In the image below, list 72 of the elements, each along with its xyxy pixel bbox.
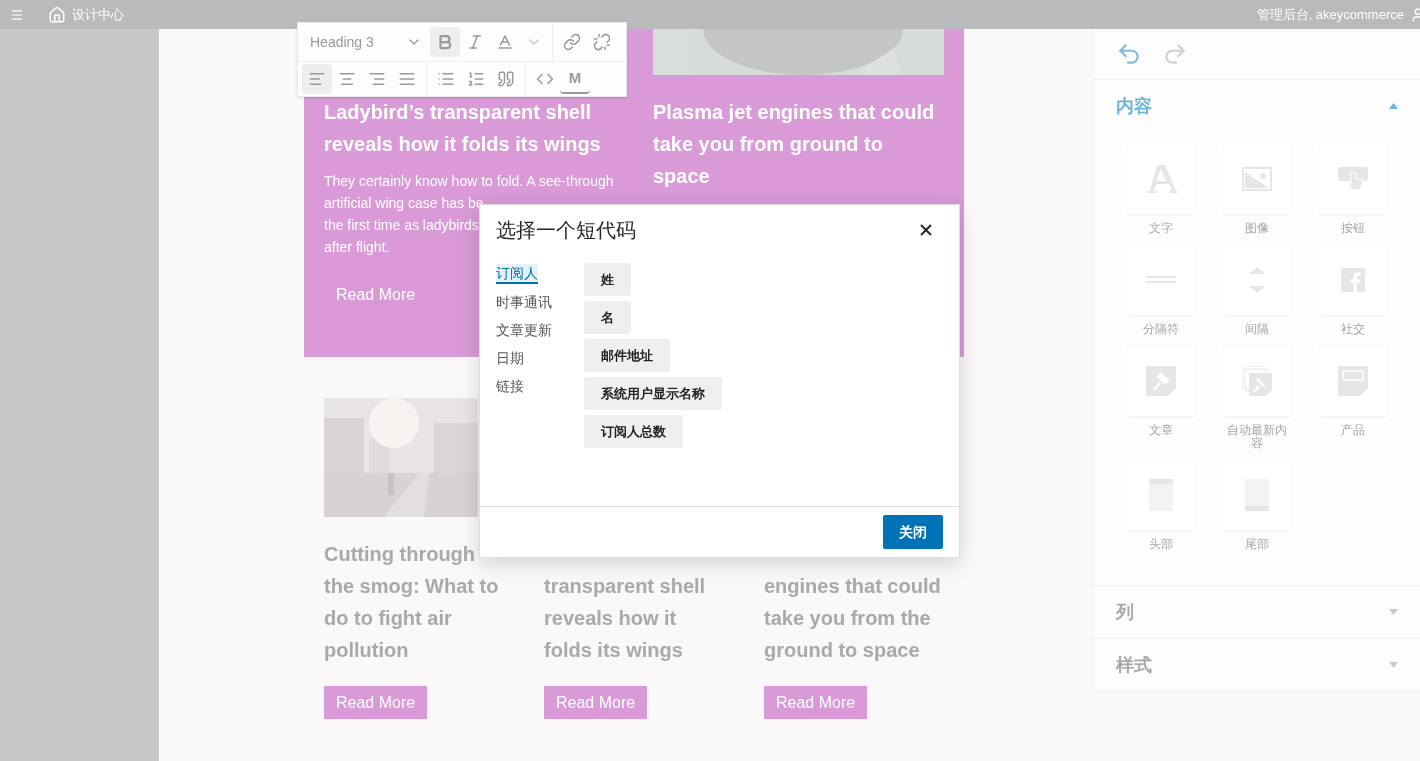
collapse-arrow-icon [1389,103,1398,109]
tile-label: 尾部 [1244,538,1270,551]
tile-label: 间隔 [1244,323,1270,336]
content-block-tile[interactable] [1320,144,1386,214]
tile-label: 文字 [1148,222,1174,235]
article-heading: engines that could take you from the ground to space [764,574,941,663]
product-tag-icon [1338,366,1368,396]
tile-label: 产品 [1340,424,1366,437]
shortcode-button[interactable]: 订阅人总数 [584,415,683,448]
stacked-documents-icon [1242,366,1272,396]
dialog-title: 选择一个短代码 [496,218,636,243]
article-heading: Ladybird’s transparent shell reveals how it folds its wings [324,100,602,157]
home-icon[interactable] [48,5,66,24]
bold-icon [436,33,454,52]
numbered-list-icon [467,70,485,89]
shortcode-button[interactable]: 名 [584,301,631,334]
content-block-tile[interactable] [1128,144,1194,214]
menu-icon[interactable] [10,7,24,22]
category-link[interactable]: 链接 [496,377,524,395]
spacer-arrows-icon [1249,267,1265,293]
shortcode-button[interactable]: 姓 [584,263,631,296]
category-link[interactable]: 时事通讯 [496,293,552,311]
content-block-tile[interactable] [1224,144,1290,214]
tile-label: 分隔符 [1142,323,1180,336]
shortcode-button[interactable]: 邮件地址 [584,339,670,372]
page-header-icon [1149,479,1173,511]
letter-a-icon [1145,165,1177,193]
close-button[interactable]: 关闭 [883,515,943,549]
facebook-icon [1341,268,1365,292]
content-block-tile[interactable] [1224,245,1290,315]
article-heading: Cutting through the smog: What to do to fight air pollution [324,542,499,663]
tile-label: 头部 [1148,538,1174,551]
bold-button[interactable] [430,27,460,58]
tile-label: 自动最新内容 [1226,424,1288,450]
content-block-tile[interactable] [1128,346,1194,416]
block-format-select[interactable]: Heading 3 [302,27,430,58]
article-heading: Plasma jet engines that could take you from ground to space [653,100,936,189]
expand-arrow-icon [1389,609,1398,615]
excerpt-line: after flight. [324,238,390,257]
article-heading: transparent shell reveals how it folds its wings [544,574,706,663]
image-icon [1242,167,1272,191]
category-link[interactable]: 文章更新 [496,321,552,339]
excerpt-line: They certainly know how to fold. A see-through [324,172,614,191]
undo-button[interactable] [1116,41,1142,67]
content-block-tile[interactable] [1224,346,1290,416]
tile-label: 图像 [1244,222,1270,235]
category-link[interactable]: 订阅人 [496,264,538,284]
content-block-tile[interactable] [1320,346,1386,416]
hand-pointer-icon [1338,167,1368,191]
category-link[interactable]: 日期 [496,349,524,367]
pin-document-icon [1146,366,1176,396]
divider-icon [1146,275,1176,285]
content-block-tile[interactable] [1128,245,1194,315]
excerpt-line: the first time as ladybirds [324,216,479,235]
content-block-tile[interactable] [1224,460,1290,530]
merge-tag-button[interactable]: M [560,64,590,95]
unlink-icon [593,33,611,52]
quote-icon [497,70,515,89]
italic-icon [466,33,484,52]
content-block-tile[interactable] [1128,460,1194,530]
link-icon [563,33,581,52]
expand-arrow-icon [1389,662,1398,668]
redo-icon [1162,41,1188,67]
content-block-tile[interactable] [1320,245,1386,315]
shortcode-button[interactable]: 系统用户显示名称 [584,377,722,410]
align-left-button[interactable] [302,64,332,95]
page-footer-icon [1245,479,1269,511]
tile-label: 社交 [1340,323,1366,336]
tile-label: 文章 [1148,424,1174,437]
undo-icon [1116,41,1142,67]
text-color-icon [496,33,514,52]
tile-label: 按钮 [1340,222,1366,235]
